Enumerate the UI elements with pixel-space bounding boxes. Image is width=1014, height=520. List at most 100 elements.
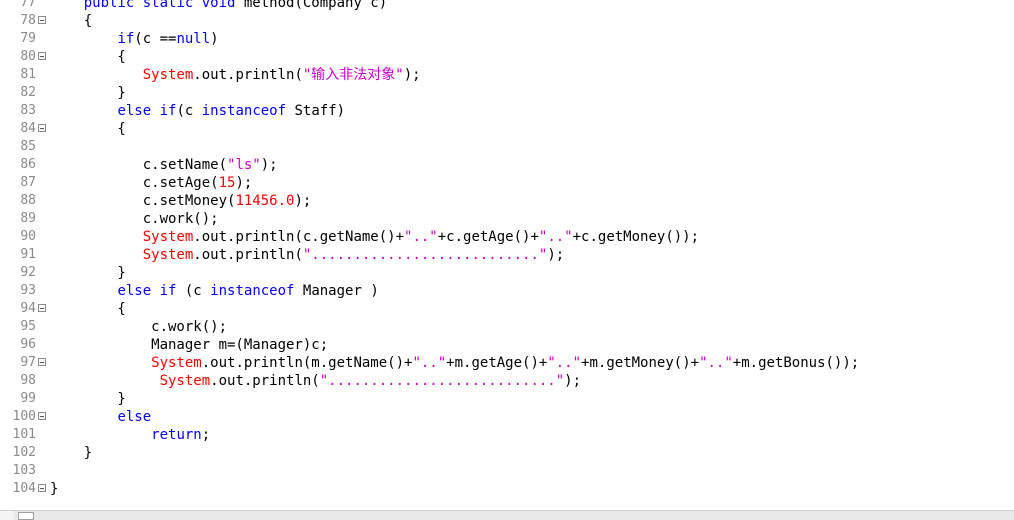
line-number: 101: [12, 427, 36, 442]
line-number-row: 85: [0, 138, 50, 156]
line-number-row: 92: [0, 264, 50, 282]
code-line[interactable]: else if(c instanceof Staff): [50, 102, 1014, 120]
line-number: 91: [20, 247, 36, 262]
code-line[interactable]: {: [50, 120, 1014, 138]
code-line[interactable]: [50, 462, 1014, 480]
line-number-row: 103: [0, 462, 50, 480]
fold-toggle-icon[interactable]: [38, 412, 46, 420]
token-str: "输入非法对象": [302, 67, 404, 83]
code-line[interactable]: c.work();: [50, 210, 1014, 228]
code-line[interactable]: if(c ==null): [50, 30, 1014, 48]
code-line[interactable]: c.setAge(15);: [50, 174, 1014, 192]
line-number: 83: [20, 103, 36, 118]
line-number-row: 84: [0, 120, 50, 138]
code-line[interactable]: Manager m=(Manager)c;: [50, 336, 1014, 354]
line-number: 85: [20, 139, 36, 154]
code-line-text: c.work();: [50, 210, 219, 228]
line-number: 95: [20, 319, 36, 334]
token-str: "..": [538, 229, 573, 245]
token-text: );: [260, 157, 278, 173]
code-line-text: {: [50, 48, 126, 66]
code-editor[interactable]: 77 78 79 80 81 82 83 84 85 86 87 88 89 90 91 92 93 94 95 96…: [0, 0, 1014, 520]
fold-toggle-icon[interactable]: [38, 358, 46, 366]
line-number: 96: [20, 337, 36, 352]
token-text: c.work();: [50, 211, 219, 227]
code-line-text: {: [50, 120, 125, 138]
token-text: .out.println(: [210, 373, 320, 389]
code-line[interactable]: System.out.println("....................…: [50, 246, 1014, 264]
code-line[interactable]: c.setName("ls");: [50, 156, 1014, 174]
scrollbar-left-corner: [0, 511, 14, 520]
token-text: {: [50, 49, 126, 65]
code-line-text: System.out.println("....................…: [50, 372, 581, 390]
code-line[interactable]: System.out.println(m.getName()+".."+m.ge…: [50, 354, 1014, 372]
line-number-row: 90: [0, 228, 50, 246]
code-line[interactable]: c.setMoney(11456.0);: [50, 192, 1014, 210]
fold-toggle-icon[interactable]: [38, 52, 46, 60]
line-number: 77: [20, 0, 36, 10]
token-kw: instanceof: [210, 283, 295, 299]
line-number-row: 87: [0, 174, 50, 192]
line-number: 86: [20, 157, 36, 172]
line-number-row: 86: [0, 156, 50, 174]
code-line-text: }: [50, 480, 58, 498]
code-line[interactable]: }: [50, 84, 1014, 102]
line-number-row: 99: [0, 390, 50, 408]
line-number: 81: [20, 67, 36, 82]
line-number-row: 93: [0, 282, 50, 300]
line-number-row: 96: [0, 336, 50, 354]
token-cls: System: [142, 247, 194, 263]
token-text: {: [50, 13, 93, 29]
code-line[interactable]: else: [50, 408, 1014, 426]
token-cls: System: [142, 229, 194, 245]
token-text: (c: [176, 283, 211, 299]
code-line[interactable]: {: [50, 300, 1014, 318]
token-text: }: [50, 265, 126, 281]
code-line[interactable]: System.out.println(c.getName()+".."+c.ge…: [50, 228, 1014, 246]
line-number-row: 100: [0, 408, 50, 426]
code-line[interactable]: }: [50, 390, 1014, 408]
token-str: "..": [547, 355, 582, 371]
code-line[interactable]: {: [50, 12, 1014, 30]
code-line[interactable]: }: [50, 444, 1014, 462]
code-line[interactable]: System.out.println("输入非法对象");: [50, 66, 1014, 84]
code-line[interactable]: c.work();: [50, 318, 1014, 336]
code-line[interactable]: [50, 138, 1014, 156]
token-cls: System: [159, 373, 211, 389]
horizontal-scrollbar[interactable]: [0, 510, 1014, 520]
line-number: 90: [20, 229, 36, 244]
line-number-row: 102: [0, 444, 50, 462]
code-line[interactable]: }: [50, 264, 1014, 282]
code-line[interactable]: }: [50, 480, 1014, 498]
fold-toggle-icon[interactable]: [38, 304, 46, 312]
token-str: "...........................": [302, 247, 548, 263]
token-kw: instanceof: [201, 103, 287, 119]
code-line[interactable]: else if (c instanceof Manager ): [50, 282, 1014, 300]
line-number-row: 78: [0, 12, 50, 30]
code-line[interactable]: return;: [50, 426, 1014, 444]
token-str: "..": [412, 355, 447, 371]
line-number: 78: [20, 13, 36, 28]
line-number: 82: [20, 85, 36, 100]
code-line-text: return;: [50, 426, 210, 444]
token-str: "ls": [227, 157, 261, 173]
code-line[interactable]: {: [50, 48, 1014, 66]
token-text: c.setMoney(: [50, 193, 236, 209]
line-number-row: 83: [0, 102, 50, 120]
line-number-row: 101: [0, 426, 50, 444]
code-area[interactable]: public static void method(Company c) { i…: [50, 0, 1014, 510]
code-line-text: System.out.println("输入非法对象");: [50, 66, 421, 84]
fold-toggle-icon[interactable]: [38, 16, 46, 24]
token-kw: else if: [117, 103, 177, 119]
fold-toggle-icon[interactable]: [38, 124, 46, 132]
scrollbar-thumb[interactable]: [18, 512, 34, 520]
token-text: +m.getMoney()+: [581, 355, 700, 371]
fold-toggle-icon[interactable]: [38, 484, 46, 492]
code-line[interactable]: public static void method(Company c): [50, 0, 1014, 12]
token-text: c.setAge(: [50, 175, 219, 191]
line-number: 99: [20, 391, 36, 406]
code-line[interactable]: System.out.println("....................…: [50, 372, 1014, 390]
